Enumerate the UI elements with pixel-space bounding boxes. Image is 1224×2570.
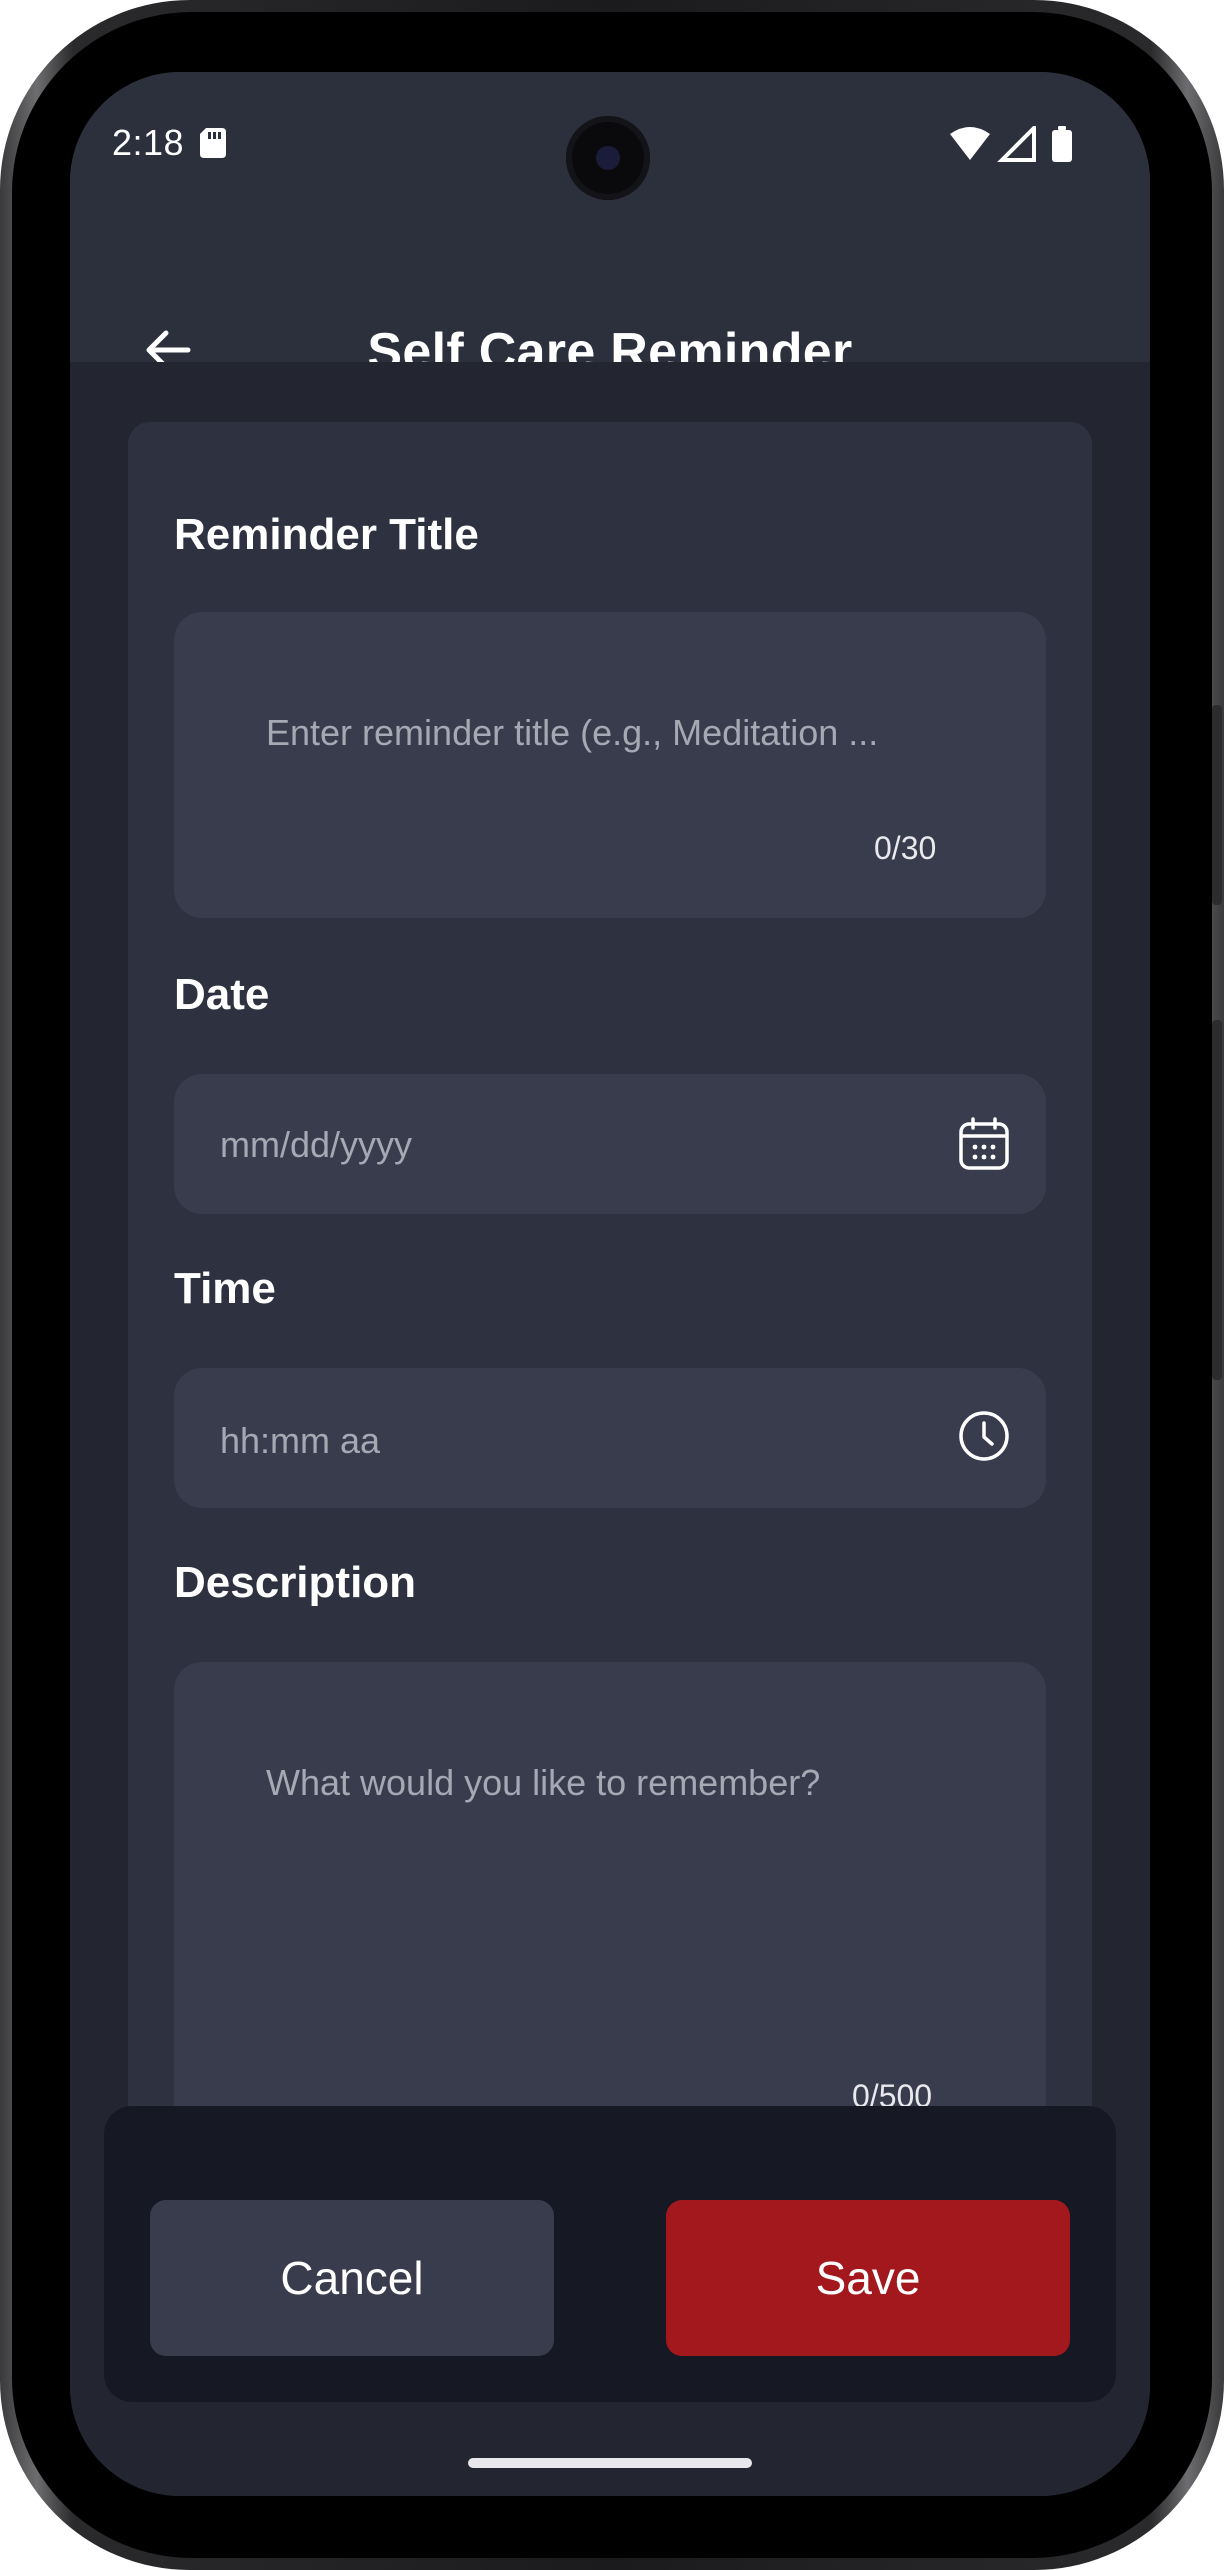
status-icons: [950, 126, 1072, 162]
bottom-action-bar: Cancel Save: [104, 2106, 1116, 2402]
cancel-button[interactable]: Cancel: [150, 2200, 554, 2356]
power-button: [1212, 705, 1222, 905]
battery-icon: [1052, 126, 1072, 162]
home-indicator[interactable]: [468, 2458, 752, 2468]
date-field[interactable]: mm/dd/yyyy: [174, 1074, 1046, 1214]
time-placeholder: hh:mm aa: [220, 1420, 381, 1461]
screen: 2:18 Self Care Reminder Reminder Title E…: [70, 72, 1150, 2496]
reminder-form-card: Reminder Title Enter reminder title (e.g…: [128, 422, 1092, 2322]
calendar-icon[interactable]: [956, 1116, 1012, 1172]
time-label: Time: [174, 1264, 276, 1313]
sd-card-icon: [200, 128, 226, 158]
description-label: Description: [174, 1558, 417, 1607]
clock-icon[interactable]: [956, 1408, 1012, 1464]
date-label: Date: [174, 970, 270, 1019]
signal-icon: [997, 126, 1036, 162]
reminder-title-counter: 0/30: [874, 830, 937, 866]
reminder-title-label: Reminder Title: [174, 510, 479, 559]
volume-button: [1212, 1020, 1222, 1380]
date-placeholder: mm/dd/yyyy: [220, 1124, 413, 1165]
wifi-icon: [950, 127, 990, 160]
reminder-title-placeholder: Enter reminder title (e.g., Meditation .…: [266, 712, 879, 753]
time-field[interactable]: hh:mm aa: [174, 1368, 1046, 1508]
phone-frame: 2:18 Self Care Reminder Reminder Title E…: [0, 0, 1224, 2570]
status-bar: 2:18: [70, 72, 1150, 212]
description-placeholder: What would you like to remember?: [266, 1762, 821, 1803]
status-time: 2:18: [112, 122, 185, 163]
front-camera: [566, 116, 650, 200]
save-button[interactable]: Save: [666, 2200, 1070, 2356]
reminder-title-field[interactable]: Enter reminder title (e.g., Meditation .…: [174, 612, 1046, 918]
